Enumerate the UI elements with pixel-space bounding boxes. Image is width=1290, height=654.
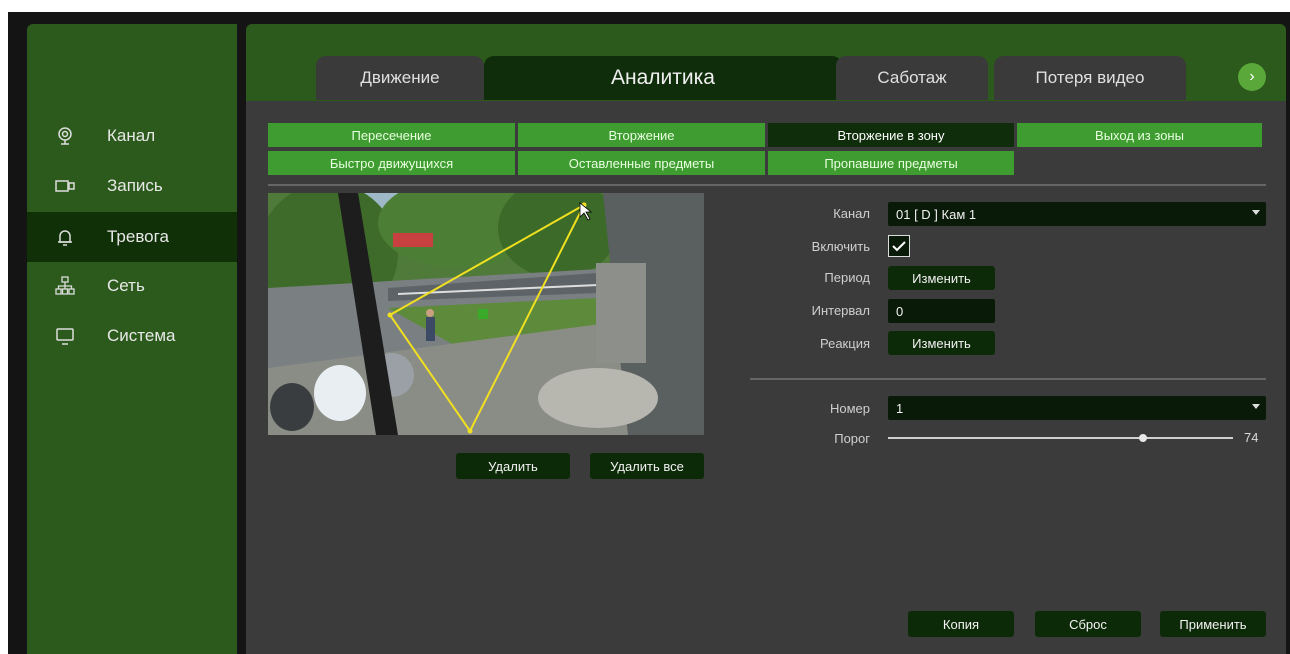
bell-icon	[58, 230, 72, 246]
apply-button-label: Применить	[1179, 616, 1247, 632]
check-icon	[892, 241, 906, 252]
delete-button[interactable]: Удалить	[456, 453, 570, 479]
subtab-label: Пересечение	[351, 127, 432, 143]
delete-all-button-label: Удалить все	[610, 458, 684, 474]
subtab-intrusion[interactable]: Вторжение	[518, 123, 765, 147]
subtab-fast-moving[interactable]: Быстро движущихся	[268, 151, 515, 175]
sidebar: Канал Запись Тревога Сеть Система	[27, 24, 237, 654]
sidebar-item-label: Система	[107, 326, 176, 345]
subtab-label: Быстро движущихся	[329, 155, 454, 171]
threshold-label: Порог	[834, 431, 870, 446]
sidebar-item-label: Канал	[107, 126, 156, 145]
number-label: Номер	[829, 401, 870, 416]
delete-all-button[interactable]: Удалить все	[590, 453, 704, 479]
period-edit-button[interactable]: Изменить	[888, 266, 995, 290]
channel-value: 01 [ D ] Кам 1	[896, 206, 977, 222]
interval-input[interactable]: 0	[888, 299, 995, 323]
sidebar-item-label: Тревога	[107, 227, 169, 246]
sidebar-item-alarm[interactable]: Тревога	[27, 212, 237, 262]
divider	[268, 184, 1266, 186]
sidebar-item-label: Запись	[107, 176, 163, 195]
subtab-zone-exit[interactable]: Выход из зоны	[1017, 123, 1262, 147]
subtab-abandoned-objects[interactable]: Оставленные предметы	[518, 151, 765, 175]
tab-motion[interactable]: Движение	[316, 56, 484, 100]
top-fragment	[0, 0, 1290, 12]
tab-label: Аналитика	[611, 66, 715, 89]
enable-checkbox[interactable]	[888, 235, 910, 257]
period-label: Период	[824, 270, 870, 285]
chevron-down-icon	[1252, 210, 1260, 215]
camera-scene	[268, 193, 704, 435]
network-icon	[55, 276, 75, 295]
divider	[750, 378, 1266, 380]
tab-label: Движение	[360, 68, 440, 87]
subtab-crossing[interactable]: Пересечение	[268, 123, 515, 147]
tab-sabotage[interactable]: Саботаж	[836, 56, 988, 100]
subtab-missing-objects[interactable]: Пропавшие предметы	[768, 151, 1014, 175]
tab-analytics[interactable]: Аналитика	[484, 56, 842, 100]
apply-button[interactable]: Применить	[1160, 611, 1266, 637]
sidebar-item-record[interactable]: Запись	[27, 162, 237, 210]
enable-label: Включить	[811, 239, 870, 254]
subtab-label: Пропавшие предметы	[824, 155, 958, 171]
reaction-edit-button[interactable]: Изменить	[888, 331, 995, 355]
sidebar-item-label: Сеть	[107, 276, 145, 295]
threshold-slider[interactable]	[888, 434, 1233, 442]
channel-label: Канал	[833, 206, 870, 221]
tab-label: Саботаж	[877, 68, 947, 87]
copy-button-label: Копия	[942, 616, 980, 632]
interval-label: Интервал	[811, 303, 870, 318]
video-icon	[55, 180, 75, 192]
chevron-down-icon	[1252, 404, 1260, 409]
threshold-value: 74	[1244, 430, 1259, 445]
reaction-button-label: Изменить	[912, 335, 971, 351]
tab-video-loss[interactable]: Потеря видео	[994, 56, 1186, 100]
sidebar-item-network[interactable]: Сеть	[27, 262, 237, 310]
subtab-zone-intrusion[interactable]: Вторжение в зону	[768, 123, 1014, 147]
monitor-icon	[56, 328, 74, 345]
camera-preview[interactable]	[268, 193, 704, 435]
subtab-label: Оставленные предметы	[568, 155, 715, 171]
interval-value: 0	[896, 303, 904, 319]
reset-button-label: Сброс	[1069, 616, 1107, 632]
chevron-right-icon[interactable]: ›	[1238, 63, 1266, 91]
number-value: 1	[896, 400, 904, 416]
reaction-label: Реакция	[820, 336, 870, 351]
sidebar-item-system[interactable]: Система	[27, 312, 237, 360]
channel-select[interactable]: 01 [ D ] Кам 1	[888, 202, 1266, 226]
camera-icon	[58, 127, 72, 145]
reset-button[interactable]: Сброс	[1035, 611, 1141, 637]
subtab-label: Вторжение в зону	[837, 127, 945, 143]
delete-button-label: Удалить	[488, 458, 538, 474]
subtab-label: Выход из зоны	[1095, 127, 1184, 143]
tab-label: Потеря видео	[1035, 68, 1145, 87]
period-button-label: Изменить	[912, 270, 971, 286]
sidebar-item-channel[interactable]: Канал	[27, 112, 237, 160]
subtab-label: Вторжение	[608, 127, 675, 143]
copy-button[interactable]: Копия	[908, 611, 1014, 637]
number-select[interactable]: 1	[888, 396, 1266, 420]
